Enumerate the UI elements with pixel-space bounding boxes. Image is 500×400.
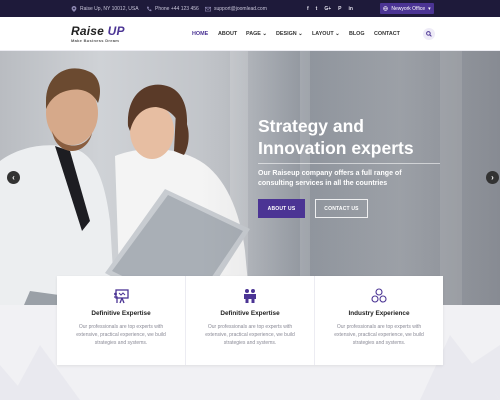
phone-info[interactable]: Phone +44 123 456 bbox=[146, 0, 199, 17]
hero-description: Our Raiseup company offers a full range … bbox=[258, 170, 402, 187]
chevron-left-icon: ‹ bbox=[12, 173, 15, 182]
nav-item-page-label: PAGE bbox=[246, 31, 261, 37]
slider-next-button[interactable]: › bbox=[486, 171, 499, 184]
nav-item-design[interactable]: DESIGN ⌄ bbox=[276, 31, 303, 37]
chevron-down-icon: ▾ bbox=[428, 5, 431, 12]
facebook-icon[interactable]: f bbox=[307, 6, 309, 12]
slider-prev-button[interactable]: ‹ bbox=[7, 171, 20, 184]
feature-title: Definitive Expertise bbox=[220, 310, 280, 317]
google-plus-icon[interactable]: G+ bbox=[324, 6, 331, 12]
nav-item-home[interactable]: HOME bbox=[192, 31, 208, 37]
features-cards: Definitive Expertise Our professionals a… bbox=[57, 276, 443, 365]
feature-card: Definitive Expertise Our professionals a… bbox=[57, 276, 186, 365]
about-us-button[interactable]: ABOUT US bbox=[258, 199, 305, 218]
chevron-down-icon: ⌄ bbox=[298, 31, 303, 37]
twitter-icon[interactable]: t bbox=[316, 6, 318, 12]
chevron-right-icon: › bbox=[491, 173, 494, 182]
logo-tagline: Make Business Dream bbox=[71, 38, 120, 43]
email-info[interactable]: support@joomlead.com bbox=[205, 0, 267, 17]
logo-name: Raise bbox=[71, 24, 105, 38]
search-icon bbox=[426, 31, 432, 37]
nav-item-page[interactable]: PAGE ⌄ bbox=[246, 31, 267, 37]
network-icon bbox=[371, 288, 387, 303]
globe-icon bbox=[383, 6, 389, 11]
search-button[interactable] bbox=[423, 28, 435, 40]
logo-wordmark: Raise UP bbox=[71, 25, 125, 37]
chevron-down-icon: ⌄ bbox=[262, 31, 267, 37]
phone-text: Phone +44 123 456 bbox=[155, 5, 199, 12]
phone-icon bbox=[147, 6, 152, 11]
email-text: support@joomlead.com bbox=[214, 5, 267, 12]
social-links: f t G+ P in bbox=[307, 0, 353, 17]
envelope-icon bbox=[205, 6, 211, 11]
contact-us-button[interactable]: CONTACT US bbox=[315, 199, 368, 218]
linkedin-icon[interactable]: in bbox=[349, 6, 353, 12]
feature-text: Our professionals are top experts with e… bbox=[205, 324, 295, 347]
feature-card: Industry Experience Our professionals ar… bbox=[315, 276, 443, 365]
presentation-icon bbox=[114, 289, 129, 304]
logo[interactable]: Raise UP Make Business Dream bbox=[71, 25, 125, 43]
nav-item-layout-label: LAYOUT bbox=[312, 31, 334, 37]
hero-headline: Strategy and Innovation experts bbox=[258, 115, 414, 159]
chevron-down-icon: ⌄ bbox=[335, 31, 340, 37]
nav-item-about[interactable]: ABOUT bbox=[218, 31, 237, 37]
logo-up: UP bbox=[107, 24, 125, 38]
top-bar: Raise Up, NY 10012, USA Phone +44 123 45… bbox=[0, 0, 500, 17]
feature-text: Our professionals are top experts with e… bbox=[334, 324, 424, 347]
office-label: Newyork Office bbox=[391, 5, 426, 12]
team-icon bbox=[244, 289, 256, 303]
feature-card: Definitive Expertise Our professionals a… bbox=[186, 276, 315, 365]
nav-item-design-label: DESIGN bbox=[276, 31, 297, 37]
feature-title: Definitive Expertise bbox=[91, 310, 151, 317]
office-selector[interactable]: Newyork Office ▾ bbox=[380, 3, 434, 14]
nav-item-blog[interactable]: BLOG bbox=[349, 31, 365, 37]
main-navbar: Raise UP Make Business Dream HOME ABOUT … bbox=[0, 17, 500, 51]
divider bbox=[258, 163, 440, 164]
headline-line-2: Innovation experts bbox=[258, 138, 414, 158]
address-text: Raise Up, NY 10012, USA bbox=[80, 5, 139, 12]
address-info: Raise Up, NY 10012, USA bbox=[71, 0, 139, 17]
nav-item-layout[interactable]: LAYOUT ⌄ bbox=[312, 31, 340, 37]
pinterest-icon[interactable]: P bbox=[338, 6, 341, 12]
hero-slider: Strategy and Innovation experts Our Rais… bbox=[0, 51, 500, 305]
nav-item-contact[interactable]: CONTACT bbox=[374, 31, 400, 37]
feature-text: Our professionals are top experts with e… bbox=[76, 324, 166, 347]
feature-title: Industry Experience bbox=[348, 310, 410, 317]
headline-line-1: Strategy and bbox=[258, 116, 364, 136]
location-pin-icon bbox=[71, 5, 77, 12]
